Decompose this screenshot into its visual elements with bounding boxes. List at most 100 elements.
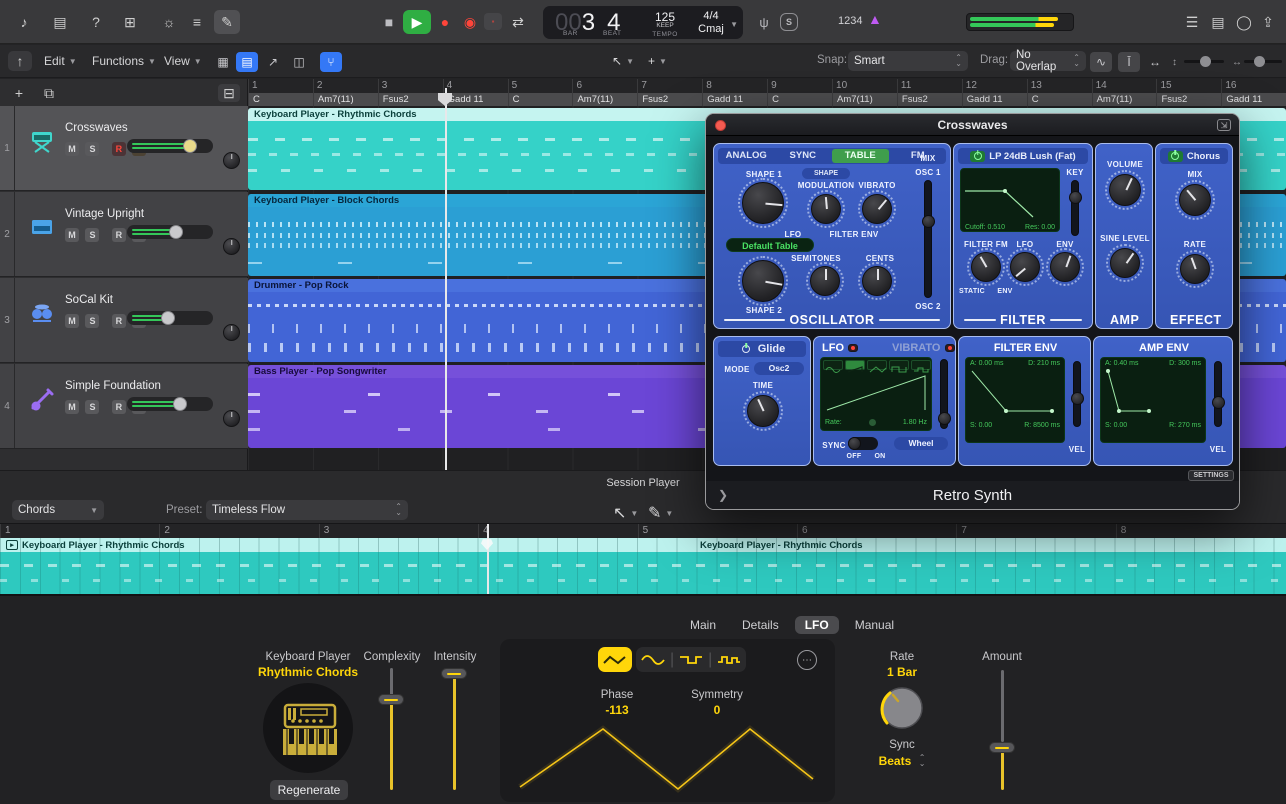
tab-lfo[interactable]: LFO [795,616,839,634]
effect-mix-knob[interactable] [1179,184,1211,216]
track-name[interactable]: Simple Foundation [65,380,161,392]
cycle-icon[interactable]: ⇄ [508,13,528,31]
editor-pointer-tool[interactable]: ↖▼ [613,503,638,523]
library-icon[interactable]: ▤ [48,12,72,32]
lfo-shape-triangle-button[interactable] [598,647,632,672]
vertical-autozoom-icon[interactable]: Ī [1118,52,1140,72]
grid-view-icon[interactable]: ▦ [212,52,234,72]
lcd-key[interactable]: Cmaj [691,23,731,35]
osc-mix-slider[interactable] [924,180,932,298]
vzoom-slider[interactable] [1184,60,1224,63]
record-enable-button[interactable]: R [112,400,126,414]
chord-cell[interactable]: C [508,93,573,106]
chord-cell[interactable]: Gadd 11 [443,93,508,106]
editor-ruler[interactable]: 12 34 56 78 [0,524,1286,538]
amp-env-vel-slider[interactable] [1214,361,1222,427]
chord-cell[interactable]: Am7(11) [313,93,378,106]
table-readout[interactable]: Default Table [726,238,814,252]
pointer-tool-menu[interactable]: ↖▼ [612,54,634,68]
shape2-knob[interactable] [742,260,784,302]
editor-notes[interactable] [0,552,1286,594]
chord-track[interactable]: CAm7(11) Fsus2Gadd 11 CAm7(11) Fsus2Gadd… [248,93,1286,106]
solo-button[interactable]: S [85,142,99,156]
volume-slider[interactable] [127,311,213,325]
chord-cell[interactable]: Fsus2 [378,93,443,106]
chord-cell[interactable]: Am7(11) [572,93,637,106]
player-style[interactable]: Rhythmic Chords [240,665,376,679]
lcd-tempo-mode[interactable]: KEEP [647,22,683,29]
track-header-options-icon[interactable]: ⊟ [218,84,240,102]
amount-slider-thumb[interactable] [989,742,1015,753]
effect-rate-knob[interactable] [1180,254,1210,284]
track-header-4[interactable]: 4 Simple Foundation M S R I [0,364,248,449]
vibrato-midi-button[interactable] [945,344,955,352]
complexity-slider-fill[interactable] [390,700,393,790]
intensity-slider-thumb[interactable] [441,668,467,679]
vibrato-knob[interactable] [862,194,892,224]
toolbar-icon[interactable]: ⊞ [118,12,142,32]
amount-slider-fill[interactable] [1001,752,1004,790]
volume-slider[interactable] [127,139,213,153]
pan-knob[interactable] [223,410,240,427]
bar-ruler[interactable]: 12 34 56 78 910 1112 1314 1516 [248,79,1286,93]
lfo-display[interactable]: Rate: 1.80 Hz [820,357,932,431]
record-button[interactable]: ● [437,14,453,30]
list-editors-icon[interactable]: ☰ [1182,13,1202,31]
pencil-tool-icon[interactable]: ✎ [214,10,240,34]
glide-mode-value[interactable]: Osc2 [754,362,804,375]
tuner-icon[interactable]: ψ [752,10,776,34]
filter-env-knob[interactable] [1050,252,1080,282]
rate-knob[interactable] [874,680,930,736]
lfo-waveform-display[interactable] [500,719,835,799]
chord-cell[interactable]: C [248,93,313,106]
drag-dropdown[interactable]: No Overlap⌃⌄ [1010,51,1086,71]
chord-cell[interactable]: Gadd 11 [962,93,1027,106]
edit-menu[interactable]: Edit▼ [44,54,77,68]
tab-analog[interactable]: ANALOG [718,148,775,164]
phase-value[interactable]: -113 [577,703,657,717]
chord-cell[interactable]: Fsus2 [1156,93,1221,106]
glide-power-button[interactable] [739,344,754,355]
solo-badge[interactable]: S [780,13,798,31]
media-browser-icon[interactable]: ♪ [12,12,36,32]
catch-playhead-icon[interactable]: ↑ [8,51,32,71]
notepad-icon[interactable]: ▤ [1208,13,1228,31]
editor-playhead[interactable] [487,524,489,594]
solo-button[interactable]: S [85,314,99,328]
settings-button[interactable]: SETTINGS [1188,470,1234,481]
count-in-label[interactable]: 1234 [838,15,862,27]
pan-knob[interactable] [223,238,240,255]
sine-level-knob[interactable] [1110,248,1140,278]
loop-browser-icon[interactable]: ◯ [1234,13,1254,31]
stop-button[interactable]: ■ [381,14,397,30]
record-enable-button[interactable]: R [112,228,126,242]
filter-env-display[interactable]: A: 0.00 ms D: 210 ms S: 0.00 R: 8500 ms [965,357,1065,443]
count-in-icon[interactable]: ▪ [484,13,502,30]
mute-button[interactable]: M [65,142,79,156]
tab-sync[interactable]: SYNC [775,148,832,164]
lfo-shape-sine-button[interactable] [636,647,670,672]
filter-power-button[interactable] [970,151,985,162]
snap-dropdown[interactable]: Smart⌃⌄ [848,51,968,71]
track-alternatives-icon[interactable]: ⑂ [320,52,342,72]
mute-button[interactable]: M [65,228,79,242]
lcd-chevron-icon[interactable]: ▼ [730,20,738,29]
plugin-titlebar[interactable]: Crosswaves ⇲ [706,114,1239,136]
share-icon[interactable]: ⇪ [1258,13,1278,31]
solo-button[interactable]: S [85,228,99,242]
chord-cell[interactable]: C [1027,93,1092,106]
lfo-midi-button[interactable] [848,344,858,352]
effect-power-button[interactable] [1168,151,1183,162]
play-button[interactable]: ▶ [403,10,431,34]
lfo-amount-slider[interactable] [940,359,948,429]
shape1-knob[interactable] [742,182,784,224]
lfo-shape-square-button[interactable] [674,647,708,672]
add-track-button[interactable]: + [8,84,30,102]
volume-knob[interactable] [1109,174,1141,206]
mute-button[interactable]: M [65,314,79,328]
chord-cell[interactable]: Gadd 11 [1221,93,1286,106]
chords-menu[interactable]: Chords▼ [12,500,104,520]
quick-help-icon[interactable]: ? [84,12,108,32]
semitones-knob[interactable] [810,266,840,296]
close-button[interactable] [715,120,726,131]
